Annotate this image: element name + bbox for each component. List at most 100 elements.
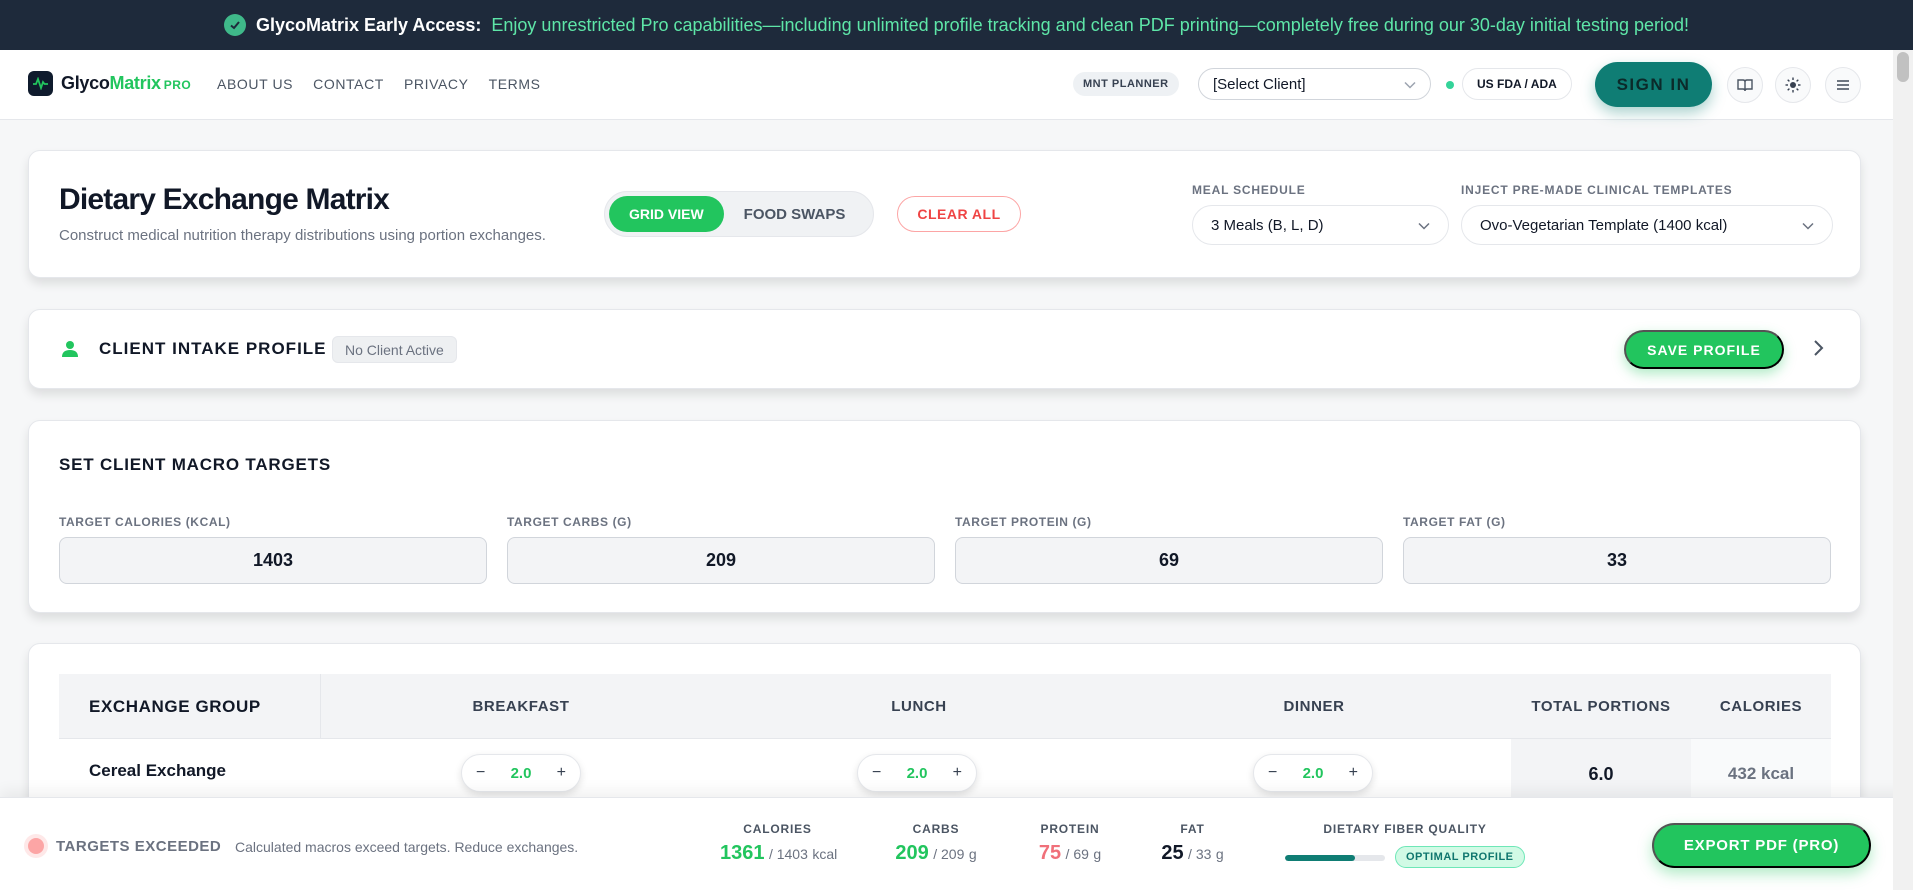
carbs-target: / 209 xyxy=(933,846,965,862)
meal-schedule-label: MEAL SCHEDULE xyxy=(1192,183,1306,197)
nav-links: ABOUT US CONTACT PRIVACY TERMS xyxy=(217,76,541,92)
page-subtitle: Construct medical nutrition therapy dist… xyxy=(59,227,546,244)
macro-summary-footer: TARGETS EXCEEDED Calculated macros excee… xyxy=(0,797,1913,890)
grid-view-tab[interactable]: GRID VIEW xyxy=(609,196,724,232)
export-pdf-button[interactable]: EXPORT PDF (PRO) xyxy=(1652,823,1871,868)
fiber-quality-label: DIETARY FIBER QUALITY xyxy=(1323,822,1487,836)
meal-schedule-select[interactable]: 3 Meals (B, L, D) xyxy=(1192,205,1449,245)
brand-logo[interactable]: GlycoMatrix PRO xyxy=(28,71,191,96)
lunch-portion[interactable]: 2.0 xyxy=(907,765,928,782)
target-carbs-input[interactable]: 209 xyxy=(507,537,935,584)
increment-button[interactable]: + xyxy=(557,764,566,782)
fiber-quality-bar xyxy=(1285,855,1385,861)
fat-stat: FAT 25 / 33 g xyxy=(1155,822,1230,865)
sun-icon[interactable] xyxy=(1775,67,1811,103)
region-standard-pill[interactable]: US FDA / ADA xyxy=(1462,68,1572,100)
table-header: EXCHANGE GROUP BREAKFAST LUNCH DINNER TO… xyxy=(59,674,1831,739)
decrement-button[interactable]: − xyxy=(1268,764,1277,782)
client-select-value: [Select Client] xyxy=(1213,75,1306,93)
fat-target: / 33 xyxy=(1188,846,1212,862)
calories-current: 1361 xyxy=(720,842,765,864)
targets-exceeded-message: Calculated macros exceed targets. Reduce… xyxy=(235,839,579,855)
mnt-planner-badge: MNT PLANNER xyxy=(1073,72,1179,96)
matrix-header-card: Dietary Exchange Matrix Construct medica… xyxy=(28,150,1861,278)
templates-label: INJECT PRE-MADE CLINICAL TEMPLATES xyxy=(1461,183,1733,197)
column-exchange-group: EXCHANGE GROUP xyxy=(59,674,321,739)
protein-stat: PROTEIN 75 / 69 g xyxy=(1030,822,1110,865)
column-total-portions: TOTAL PORTIONS xyxy=(1531,698,1671,715)
announcement-banner: GlycoMatrix Early Access: Enjoy unrestri… xyxy=(0,0,1913,50)
meal-schedule-value: 3 Meals (B, L, D) xyxy=(1211,216,1324,234)
dinner-stepper: − 2.0 + xyxy=(1253,754,1373,792)
lunch-stepper: − 2.0 + xyxy=(857,754,977,792)
food-swaps-tab[interactable]: FOOD SWAPS xyxy=(724,196,866,232)
nav-link-about[interactable]: ABOUT US xyxy=(217,76,293,92)
sign-in-button[interactable]: SIGN IN xyxy=(1595,62,1712,107)
nav-link-contact[interactable]: CONTACT xyxy=(313,76,384,92)
exchange-name: Cereal Exchange xyxy=(89,761,227,780)
target-protein-field: TARGET PROTEIN (G) 69 xyxy=(955,515,1383,584)
decrement-button[interactable]: − xyxy=(872,764,881,782)
macro-targets-card: SET CLIENT MACRO TARGETS TARGET CALORIES… xyxy=(28,420,1861,613)
menu-icon[interactable] xyxy=(1825,67,1861,103)
banner-lead: GlycoMatrix Early Access: xyxy=(255,14,482,35)
increment-button[interactable]: + xyxy=(953,764,962,782)
page-title: Dietary Exchange Matrix xyxy=(59,183,390,216)
target-calories-input[interactable]: 1403 xyxy=(59,537,487,584)
target-carbs-label: TARGET CARBS (G) xyxy=(507,515,632,529)
calories-unit: kcal xyxy=(812,846,838,862)
target-protein-label: TARGET PROTEIN (G) xyxy=(955,515,1092,529)
warning-indicator xyxy=(28,838,44,854)
fiber-quality-fill xyxy=(1285,855,1355,861)
target-carbs-field: TARGET CARBS (G) 209 xyxy=(507,515,935,584)
target-calories-field: TARGET CALORIES (KCAL) 1403 xyxy=(59,515,487,584)
client-select[interactable]: [Select Client] xyxy=(1198,68,1431,100)
fiber-quality-badge: OPTIMAL PROFILE xyxy=(1395,846,1525,868)
carbs-current: 209 xyxy=(895,842,929,864)
chevron-down-icon xyxy=(1802,217,1814,234)
column-calories: CALORIES xyxy=(1719,698,1803,715)
protein-target: / 69 xyxy=(1065,846,1089,862)
carbs-stat-label: CARBS xyxy=(912,822,960,836)
decrement-button[interactable]: − xyxy=(476,764,485,782)
pulse-logo-icon xyxy=(28,71,53,96)
book-icon[interactable] xyxy=(1727,67,1763,103)
nav-link-privacy[interactable]: PRIVACY xyxy=(404,76,469,92)
target-fat-input[interactable]: 33 xyxy=(1403,537,1831,584)
target-fat-label: TARGET FAT (G) xyxy=(1403,515,1506,529)
chevron-down-icon xyxy=(1418,217,1430,234)
breakfast-stepper: − 2.0 + xyxy=(461,754,581,792)
chevron-right-icon[interactable] xyxy=(1812,339,1824,362)
user-icon xyxy=(61,340,79,363)
dinner-portion[interactable]: 2.0 xyxy=(1303,765,1324,782)
brand-name: GlycoMatrix PRO xyxy=(61,73,192,93)
scrollbar-thumb[interactable] xyxy=(1897,52,1909,82)
column-dinner: DINNER xyxy=(1283,698,1345,715)
page-scrollbar[interactable] xyxy=(1893,50,1913,890)
template-select[interactable]: Ovo-Vegetarian Template (1400 kcal) xyxy=(1461,205,1833,245)
increment-button[interactable]: + xyxy=(1349,764,1358,782)
intake-title: CLIENT INTAKE PROFILE xyxy=(99,339,327,358)
nav-link-terms[interactable]: TERMS xyxy=(489,76,541,92)
clear-all-button[interactable]: CLEAR ALL xyxy=(897,196,1021,232)
template-value: Ovo-Vegetarian Template (1400 kcal) xyxy=(1480,216,1728,234)
chevron-down-icon xyxy=(1404,76,1416,93)
protein-unit: g xyxy=(1093,846,1102,862)
targets-exceeded-label: TARGETS EXCEEDED xyxy=(56,838,222,855)
save-profile-button[interactable]: SAVE PROFILE xyxy=(1624,330,1784,369)
calories-stat-label: CALORIES xyxy=(743,822,812,836)
status-dot xyxy=(1446,81,1454,89)
client-intake-card[interactable]: CLIENT INTAKE PROFILE No Client Active S… xyxy=(28,309,1861,389)
fat-current: 25 xyxy=(1161,842,1184,864)
target-protein-input[interactable]: 69 xyxy=(955,537,1383,584)
column-lunch: LUNCH xyxy=(891,698,947,715)
protein-stat-label: PROTEIN xyxy=(1040,822,1100,836)
client-status-badge: No Client Active xyxy=(332,336,457,363)
view-toggle: GRID VIEW FOOD SWAPS xyxy=(604,191,874,237)
target-fat-field: TARGET FAT (G) 33 xyxy=(1403,515,1831,584)
top-navbar: GlycoMatrix PRO ABOUT US CONTACT PRIVACY … xyxy=(0,50,1893,120)
column-breakfast: BREAKFAST xyxy=(472,698,570,715)
macro-targets-title: SET CLIENT MACRO TARGETS xyxy=(59,455,331,474)
protein-current: 75 xyxy=(1038,842,1062,864)
breakfast-portion[interactable]: 2.0 xyxy=(511,765,532,782)
